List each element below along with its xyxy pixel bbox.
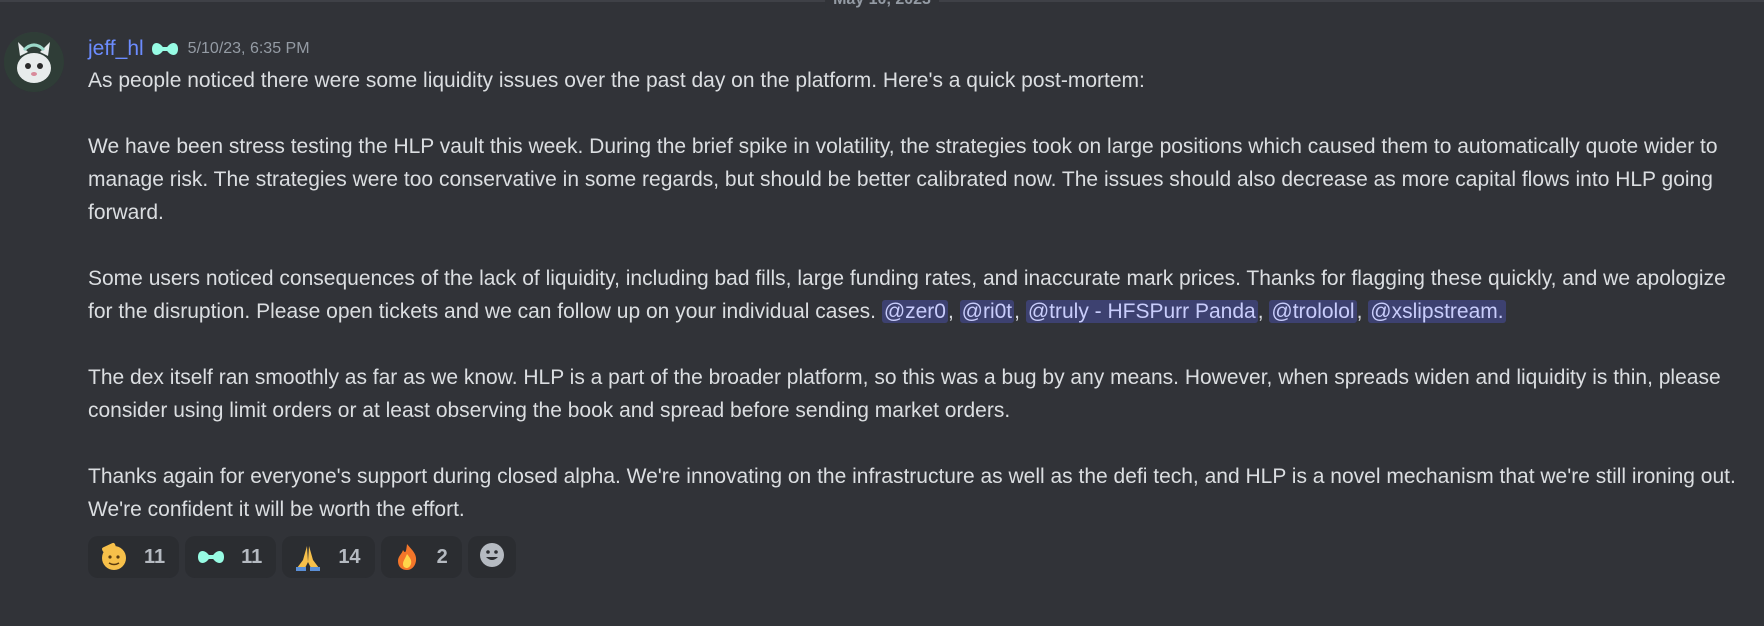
author-name[interactable]: jeff_hl: [88, 35, 144, 63]
reaction-fire[interactable]: 2: [380, 536, 462, 578]
reaction-hyperliquid-logo[interactable]: 11: [185, 536, 277, 578]
mention-truly[interactable]: @truly - HFSPurr Panda: [1025, 300, 1258, 323]
avatar[interactable]: [4, 32, 64, 92]
reaction-count: 11: [144, 545, 166, 568]
reaction-count: 2: [436, 545, 448, 568]
message-header: jeff_hl 5/10/23, 6:35 PM: [88, 34, 1748, 64]
hyperliquid-logo-icon: [195, 541, 227, 573]
reaction-folded-hands[interactable]: 14: [282, 536, 375, 578]
chat-view: May 10, 2023 jeff_hl 5/10/23, 6:35 PM: [0, 0, 1764, 626]
mention-separator: ,: [947, 300, 960, 323]
mention-separator: ,: [1257, 300, 1270, 323]
fire-icon: [391, 541, 423, 573]
folded-hands-icon: [292, 541, 324, 573]
saluting-face-icon: [98, 541, 130, 573]
mention-xslipstream[interactable]: @xslipstream.: [1368, 300, 1506, 323]
reaction-saluting-face[interactable]: 11: [88, 536, 180, 578]
message: jeff_hl 5/10/23, 6:35 PM As people notic…: [88, 34, 1748, 578]
message-content: As people noticed there were some liquid…: [88, 64, 1748, 526]
date-divider-label: May 10, 2023: [825, 0, 939, 12]
mention-separator: ,: [1356, 300, 1369, 323]
paragraph-3: Some users noticed consequences of the l…: [88, 262, 1748, 328]
paragraph-2: We have been stress testing the HLP vaul…: [88, 135, 1718, 224]
mention-separator: ,: [1014, 300, 1026, 323]
reaction-count: 11: [241, 545, 263, 568]
paragraph-4: The dex itself ran smoothly as far as we…: [88, 366, 1721, 422]
paragraph-1: As people noticed there were some liquid…: [88, 69, 1145, 92]
add-reaction-button[interactable]: [467, 536, 516, 578]
mention-ri0t[interactable]: @ri0t: [959, 300, 1015, 323]
mention-zer0[interactable]: @zer0: [881, 300, 948, 323]
reactions-bar: 11 11 14 2: [88, 536, 1748, 578]
reaction-count: 14: [338, 545, 361, 568]
message-timestamp[interactable]: 5/10/23, 6:35 PM: [188, 35, 310, 63]
smiley-icon: [478, 541, 506, 574]
paragraph-5: Thanks again for everyone's support duri…: [88, 465, 1736, 521]
hyperliquid-logo-icon[interactable]: [150, 39, 180, 59]
mention-trololol[interactable]: @trololol: [1269, 300, 1357, 323]
